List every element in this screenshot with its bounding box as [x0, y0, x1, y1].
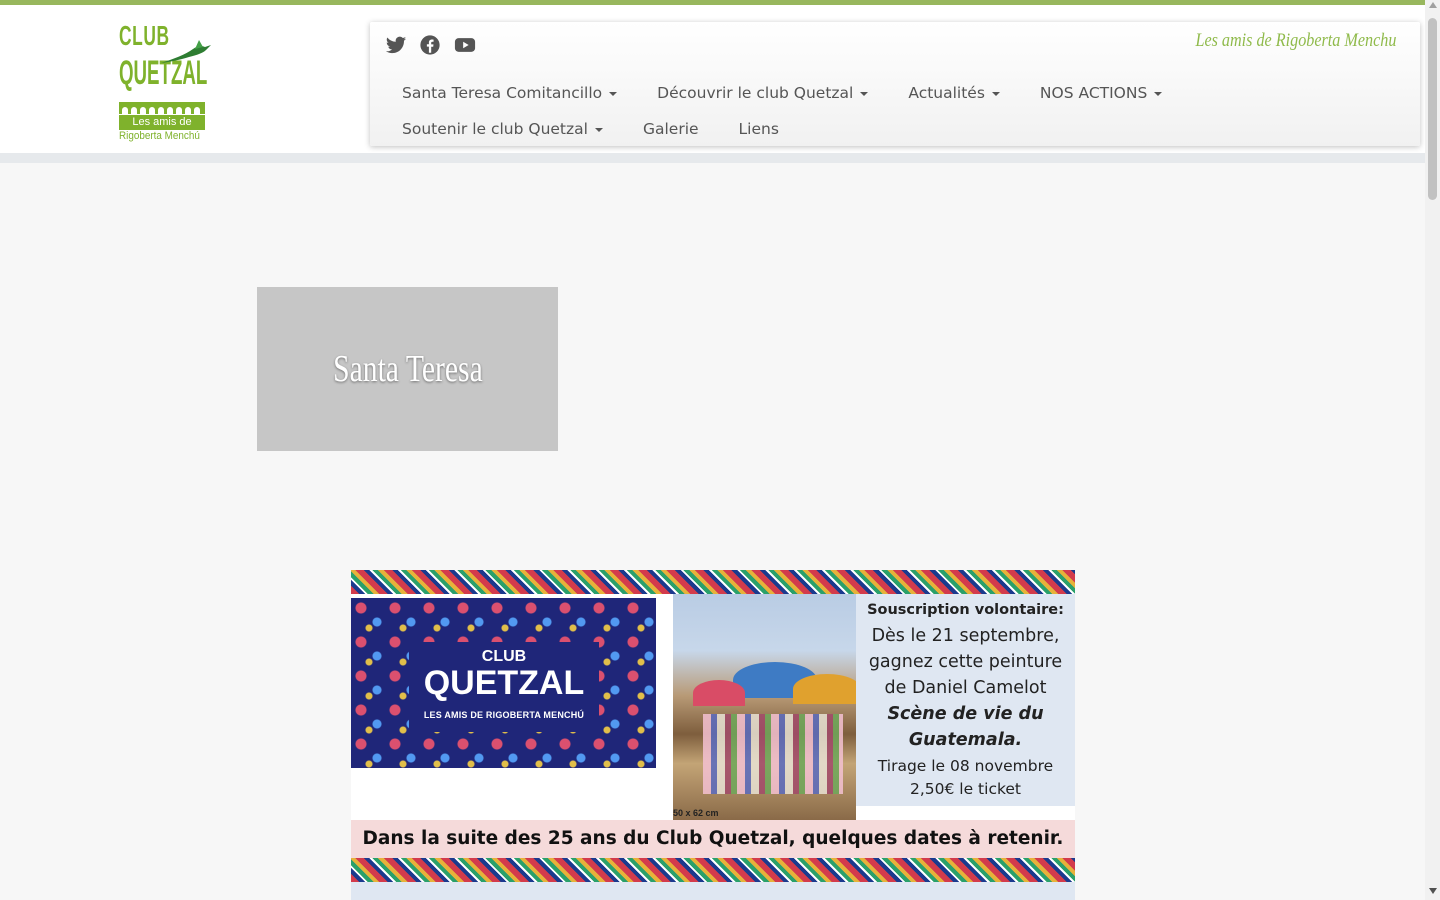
info-line: gagnez cette peinture: [868, 652, 1063, 672]
twitter-icon[interactable]: [385, 34, 407, 56]
facebook-icon[interactable]: [419, 34, 441, 56]
nav-item-nos-actions[interactable]: NOS ACTIONS: [1039, 84, 1163, 102]
logo-subtitle-2: Rigoberta Menchú: [119, 130, 200, 142]
caret-down-icon: [991, 92, 1000, 96]
info-line: Tirage le 08 novembre: [877, 757, 1054, 775]
nav-row-2: Soutenir le club Quetzal Galerie Liens: [402, 120, 819, 138]
banner-lower-section: [351, 882, 1075, 900]
nav-item-soutenir[interactable]: Soutenir le club Quetzal: [402, 120, 603, 138]
main-nav-panel: Les amis de Rigoberta Menchu Santa Teres…: [370, 22, 1420, 146]
banner-logo-center: CLUB QUETZAL LES AMIS DE RIGOBERTA MENCH…: [409, 642, 599, 732]
scroll-up-arrow-icon[interactable]: [1429, 2, 1437, 8]
nav-item-liens[interactable]: Liens: [739, 120, 779, 138]
dates-announcement-bar: Dans la suite des 25 ans du Club Quetzal…: [351, 820, 1075, 858]
site-header: CLUB QUETZAL Les amis de Rigoberta Mench…: [0, 5, 1425, 153]
info-line: Dès le 21 septembre,: [871, 626, 1060, 646]
nav-item-label: NOS ACTIONS: [1039, 84, 1148, 102]
banner-logo-subtitle: LES AMIS DE RIGOBERTA MENCHÚ: [423, 710, 585, 720]
scroll-down-arrow-icon[interactable]: [1429, 888, 1437, 894]
woven-pattern-bottom: [351, 858, 1075, 882]
nav-item-label: Liens: [738, 120, 779, 138]
nav-item-label: Découvrir le club Quetzal: [657, 84, 854, 102]
nav-item-santa-teresa[interactable]: Santa Teresa Comitancillo: [402, 84, 618, 102]
painting-figures: [703, 714, 843, 794]
painting-size-caption: 50 x 62 cm: [673, 808, 719, 818]
feature-tile-title: Santa Teresa: [332, 348, 483, 390]
club-quetzal-logo[interactable]: CLUB QUETZAL Les amis de Rigoberta Mench…: [117, 19, 213, 145]
youtube-icon[interactable]: [453, 34, 476, 56]
logo-subtitle-1: Les amis de: [119, 115, 205, 130]
feature-tile-santa-teresa[interactable]: Santa Teresa: [257, 287, 558, 451]
painting-umbrella: [693, 680, 745, 706]
nav-item-label: Actualités: [908, 84, 985, 102]
subscription-info-box: Souscription volontaire: Dès le 21 septe…: [856, 594, 1075, 806]
nav-item-decouvrir[interactable]: Découvrir le club Quetzal: [657, 84, 869, 102]
social-links: [385, 34, 476, 56]
dates-announcement-text: Dans la suite des 25 ans du Club Quetzal…: [362, 828, 1064, 849]
nav-item-actualites[interactable]: Actualités: [908, 84, 1000, 102]
banner-logo-quetzal: QUETZAL: [423, 664, 585, 702]
info-line: Scène de vie du: [887, 704, 1044, 724]
caret-down-icon: [594, 128, 603, 132]
logo-people-row: [119, 102, 205, 117]
quetzal-bird-icon: [161, 40, 211, 63]
caret-down-icon: [609, 92, 618, 96]
info-line: de Daniel Camelot: [884, 678, 1047, 698]
club-quetzal-banner-logo: CLUB QUETZAL LES AMIS DE RIGOBERTA MENCH…: [351, 598, 656, 768]
info-line: 2,50€ le ticket: [909, 780, 1021, 798]
info-line: Souscription volontaire:: [867, 602, 1064, 618]
caret-down-icon: [1154, 92, 1163, 96]
nav-item-label: Santa Teresa Comitancillo: [402, 84, 603, 102]
woven-pattern-top: [351, 570, 1075, 594]
site-tagline: Les amis de Rigoberta Menchu: [1195, 30, 1396, 51]
nav-item-galerie[interactable]: Galerie: [643, 120, 699, 138]
painting-umbrella: [793, 674, 861, 704]
header-divider: [0, 153, 1425, 163]
nav-item-label: Soutenir le club Quetzal: [402, 120, 588, 138]
info-line: Guatemala.: [908, 730, 1023, 750]
market-painting: [673, 594, 861, 820]
nav-item-label: Galerie: [642, 120, 699, 138]
caret-down-icon: [860, 92, 869, 96]
promo-banner-image: CLUB QUETZAL LES AMIS DE RIGOBERTA MENCH…: [351, 570, 1075, 900]
nav-row-1: Santa Teresa Comitancillo Découvrir le c…: [402, 84, 1202, 102]
scrollbar-thumb[interactable]: [1428, 18, 1437, 200]
